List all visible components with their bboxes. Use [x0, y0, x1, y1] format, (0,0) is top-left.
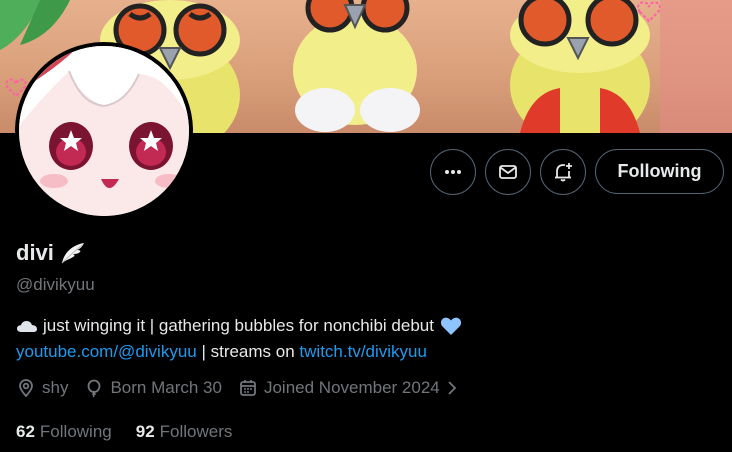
birthday-text: Born March 30: [110, 378, 222, 397]
profile-meta: shy Born March 30 Joined November 2024: [16, 378, 480, 398]
calendar-icon: [240, 380, 256, 396]
profile-avatar[interactable]: [15, 42, 193, 220]
bio-text: just winging it | gathering bubbles for …: [43, 316, 434, 335]
joined-item[interactable]: Joined November 2024: [238, 378, 464, 398]
envelope-icon: [499, 165, 517, 179]
youtube-link[interactable]: youtube.com/@divikyuu: [16, 339, 197, 365]
followers-stat[interactable]: 92 Followers: [136, 422, 233, 442]
bio-line-1: just winging it | gathering bubbles for …: [16, 313, 716, 339]
following-count: 62: [16, 422, 35, 441]
profile-bio: just winging it | gathering bubbles for …: [16, 313, 716, 365]
more-options-button[interactable]: [430, 149, 476, 195]
balloon-icon: [88, 379, 101, 398]
display-name: divi: [16, 240, 54, 265]
location-pin-icon: [19, 379, 33, 398]
chevron-right-icon: [446, 379, 464, 397]
following-stat[interactable]: 62 Following: [16, 422, 112, 442]
blue-heart-emoji-icon: [440, 316, 462, 336]
following-button[interactable]: Following: [595, 149, 724, 194]
cloud-emoji-icon: [16, 318, 38, 334]
joined-text: Joined November 2024: [263, 378, 440, 397]
birthday-item: Born March 30: [84, 378, 222, 398]
location-item: shy: [16, 378, 68, 398]
location-text: shy: [42, 378, 69, 397]
notifications-button[interactable]: [540, 149, 586, 195]
bell-plus-icon: [555, 163, 572, 182]
following-stat-label: Following: [39, 422, 112, 441]
bio-line-2: youtube.com/@divikyuu | streams on twitc…: [16, 339, 716, 365]
more-dots-icon: [445, 170, 461, 174]
message-button[interactable]: [485, 149, 531, 195]
twitch-link[interactable]: twitch.tv/divikyuu: [299, 339, 427, 365]
profile-stats: 62 Following 92 Followers: [16, 422, 256, 442]
user-handle: @divikyuu: [16, 275, 95, 294]
avatar-image: [19, 46, 189, 216]
wing-emoji-icon: [61, 243, 84, 264]
name-row: divi: [16, 240, 86, 266]
profile-page: Following divi @divikyuu just winging it…: [0, 0, 732, 452]
followers-count: 92: [135, 422, 155, 441]
bio-mid-text: | streams on: [196, 342, 300, 361]
followers-stat-label: Followers: [159, 422, 233, 441]
